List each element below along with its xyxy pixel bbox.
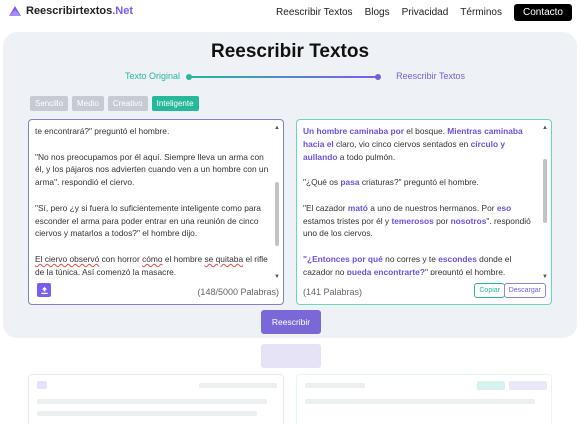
reflection-input-panel bbox=[28, 374, 284, 424]
brand-name: Reescribirtextos.Net bbox=[26, 5, 133, 17]
scroll-thumb[interactable] bbox=[275, 182, 279, 247]
upload-button[interactable] bbox=[37, 283, 51, 297]
top-nav: Reescribirtextos.Net Reescribir Textos B… bbox=[0, 0, 580, 26]
reflection-button bbox=[261, 344, 321, 368]
output-paragraph-1: Un hombre caminaba por el bosque. Mientr… bbox=[303, 126, 523, 162]
mode-medio[interactable]: Medio bbox=[72, 96, 104, 111]
flow-line bbox=[188, 76, 378, 78]
book-logo-icon bbox=[9, 6, 21, 16]
output-scrollbar[interactable]: ▲ ▼ bbox=[542, 125, 548, 280]
flow-target-label: Reescribir Textos bbox=[396, 71, 465, 81]
nav-link-terminos[interactable]: Términos bbox=[460, 7, 502, 18]
flow-start-dot bbox=[186, 74, 192, 80]
mode-inteligente[interactable]: Inteligente bbox=[151, 96, 199, 111]
input-panel: te encontrará?" preguntó el hombre. "No … bbox=[28, 119, 284, 305]
rewrite-button[interactable]: Reescribir bbox=[261, 310, 321, 334]
decorative-reflection bbox=[0, 338, 580, 424]
nav-link-blogs[interactable]: Blogs bbox=[365, 7, 390, 18]
mode-creativo[interactable]: Creativo bbox=[107, 96, 148, 111]
brand-logo[interactable]: Reescribirtextos.Net bbox=[8, 4, 133, 18]
input-paragraph-3: "Sí, pero ¿y si fuera lo suficientemente… bbox=[35, 202, 261, 239]
scroll-down-icon[interactable]: ▼ bbox=[274, 274, 280, 280]
reflection-output-panel bbox=[296, 374, 552, 424]
upload-icon bbox=[40, 286, 48, 294]
output-paragraph-2: "¿Qué os pasa criaturas?" preguntó el ho… bbox=[303, 177, 479, 188]
copy-button[interactable]: Copiar bbox=[474, 283, 505, 298]
scroll-thumb[interactable] bbox=[543, 158, 547, 223]
mode-sencillo[interactable]: Sencillo bbox=[30, 96, 69, 111]
mode-selector: Sencillo Medio Creativo Inteligente bbox=[30, 96, 199, 111]
output-paragraph-3: "El cazador mató a uno de nuestros herma… bbox=[303, 202, 531, 239]
contact-button[interactable]: Contacto bbox=[513, 4, 572, 21]
flow-end-dot bbox=[375, 74, 381, 80]
input-line-1: te encontrará?" preguntó el hombre. bbox=[35, 126, 170, 136]
download-button[interactable]: Descargar bbox=[503, 283, 546, 298]
input-textarea[interactable]: te encontrará?" preguntó el hombre. "No … bbox=[35, 125, 269, 275]
rewriter-card: Reescribir Textos Texto Original Reescri… bbox=[3, 32, 577, 338]
nav-links: Reescribir Textos Blogs Privacidad Térmi… bbox=[264, 4, 572, 21]
input-scrollbar[interactable]: ▲ ▼ bbox=[274, 125, 280, 280]
page-title: Reescribir Textos bbox=[210, 41, 370, 62]
scroll-down-icon[interactable]: ▼ bbox=[542, 274, 548, 280]
output-text: Un hombre caminaba por el bosque. Mientr… bbox=[303, 125, 537, 275]
scroll-up-icon[interactable]: ▲ bbox=[542, 125, 548, 131]
output-word-count: (141 Palabras) bbox=[303, 287, 363, 297]
input-paragraph-2: "No nos preocupamos por él aquí. Siempre… bbox=[35, 151, 269, 188]
output-paragraph-4: "¿Entonces por qué no corres y te escond… bbox=[303, 253, 512, 275]
flow-source-label: Texto Original bbox=[125, 71, 181, 81]
nav-link-privacidad[interactable]: Privacidad bbox=[402, 7, 449, 18]
input-word-count: (148/5000 Palabras) bbox=[197, 287, 279, 297]
nav-link-reescribir[interactable]: Reescribir Textos bbox=[276, 7, 353, 18]
input-paragraph-4: El ciervo observó con horror cómo el hom… bbox=[35, 253, 268, 275]
output-panel: Un hombre caminaba por el bosque. Mientr… bbox=[296, 119, 552, 305]
flow-indicator: Texto Original Reescribir Textos bbox=[125, 70, 465, 84]
scroll-up-icon[interactable]: ▲ bbox=[274, 125, 280, 131]
